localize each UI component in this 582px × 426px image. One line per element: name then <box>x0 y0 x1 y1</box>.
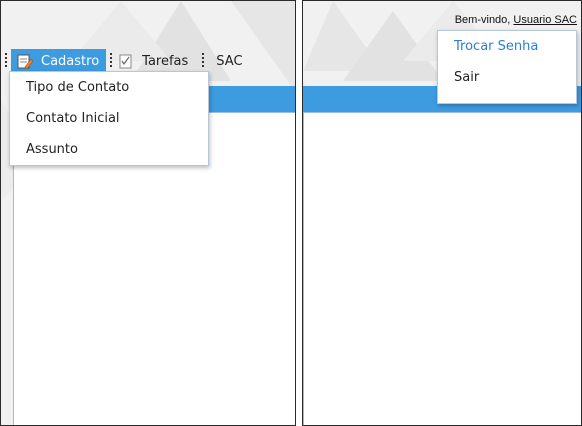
dropdown-item-tipo-de-contato[interactable]: Tipo de Contato <box>10 72 208 103</box>
checklist-icon <box>119 54 132 69</box>
menu-sac-label: SAC <box>216 53 243 69</box>
menu-tarefas-label: Tarefas <box>142 53 189 69</box>
user-link[interactable]: Usuario SAC <box>513 14 577 26</box>
dropdown-item-trocar-senha[interactable]: Trocar Senha <box>438 31 576 62</box>
content-area <box>303 112 581 425</box>
menu-separator <box>202 53 205 69</box>
main-menubar: Cadastro Tarefas SAC <box>1 49 249 73</box>
edit-icon <box>17 54 33 69</box>
menu-sac[interactable]: SAC <box>208 49 248 73</box>
menu-separator <box>110 53 113 69</box>
user-dropdown: Trocar Senha Sair <box>437 30 577 104</box>
cadastro-dropdown: Tipo de Contato Contato Inicial Assunto <box>9 71 209 166</box>
right-window: Bem-vindo, Usuario SAC Trocar Senha Sair <box>302 0 582 426</box>
menu-tarefas[interactable]: Tarefas <box>116 49 194 73</box>
menu-cadastro[interactable]: Cadastro <box>11 49 107 73</box>
left-window: Cadastro Tarefas SAC Tipo de Contato Con… <box>0 0 296 426</box>
dropdown-item-sair[interactable]: Sair <box>438 62 576 93</box>
dropdown-item-assunto[interactable]: Assunto <box>10 134 208 165</box>
welcome-message: Bem-vindo, Usuario SAC <box>455 14 577 26</box>
welcome-prefix: Bem-vindo, <box>454 14 511 26</box>
menu-cadastro-label: Cadastro <box>41 53 100 69</box>
menu-separator <box>5 53 7 69</box>
dropdown-item-contato-inicial[interactable]: Contato Inicial <box>10 103 208 134</box>
